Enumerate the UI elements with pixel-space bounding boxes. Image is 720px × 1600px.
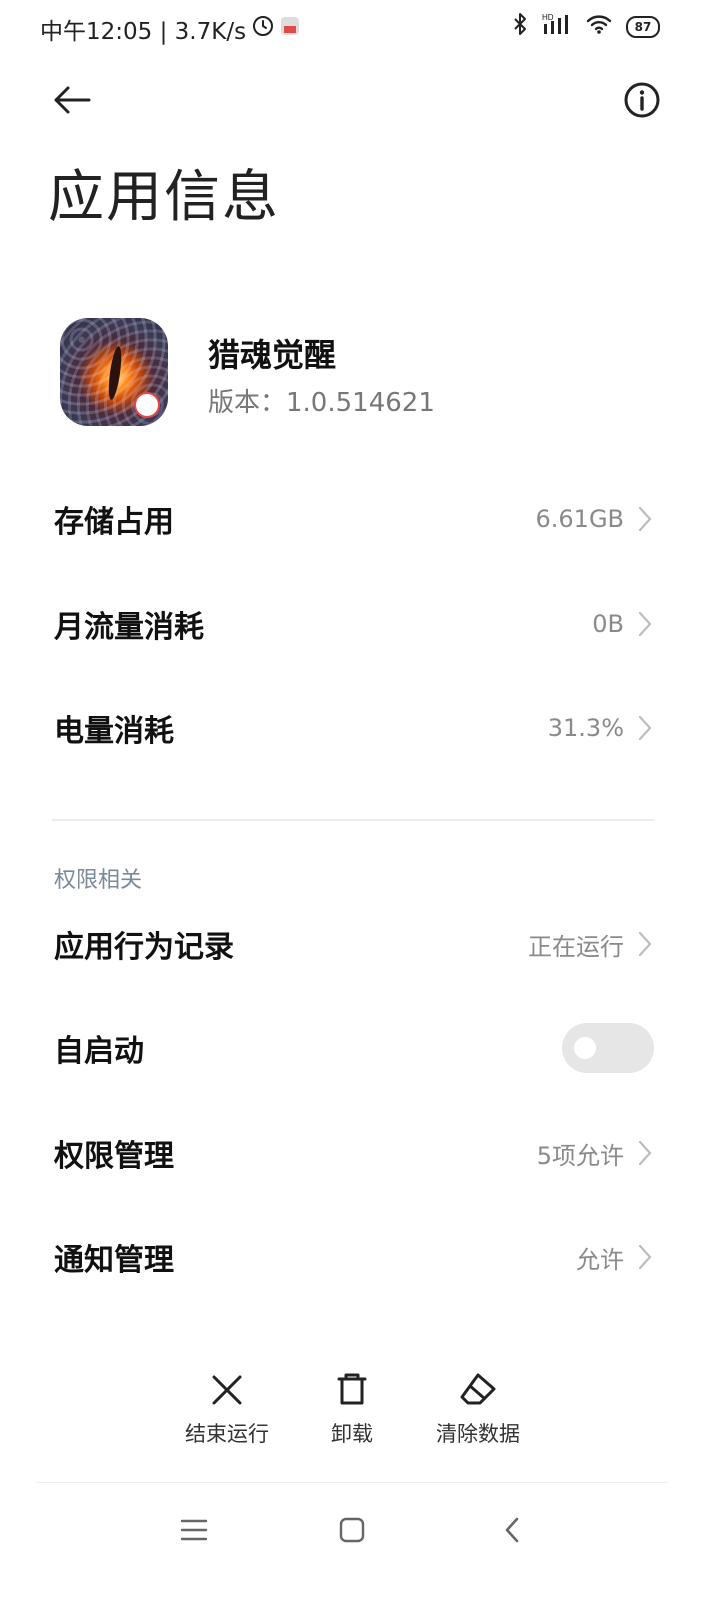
force-stop-button[interactable]: 结束运行 bbox=[167, 1368, 287, 1448]
back-button[interactable] bbox=[46, 76, 98, 124]
clear-data-button[interactable]: 清除数据 bbox=[418, 1368, 538, 1448]
row-value: 5项允许 bbox=[536, 1141, 624, 1170]
back-nav-button[interactable] bbox=[490, 1508, 534, 1552]
top-bar bbox=[0, 70, 720, 130]
row-label: 应用行为记录 bbox=[54, 930, 234, 965]
info-icon bbox=[624, 82, 660, 118]
permission-management-row[interactable]: 权限管理 5项允许 bbox=[54, 1123, 654, 1183]
bluetooth-icon bbox=[512, 12, 528, 41]
eraser-icon bbox=[456, 1368, 500, 1412]
action-label: 清除数据 bbox=[436, 1422, 520, 1446]
wifi-icon bbox=[586, 13, 612, 40]
data-usage-row[interactable]: 月流量消耗 0B bbox=[54, 594, 654, 654]
section-divider bbox=[52, 819, 654, 821]
uninstall-button[interactable]: 卸载 bbox=[292, 1368, 412, 1448]
close-icon bbox=[205, 1368, 249, 1412]
row-value: 正在运行 bbox=[528, 932, 624, 961]
status-bar: 中午12:05 | 3.7K/s HD 87 bbox=[0, 0, 720, 56]
action-bar: 结束运行 卸载 清除数据 bbox=[0, 1368, 720, 1458]
network-badge: HD bbox=[542, 13, 554, 22]
toggle-knob bbox=[574, 1037, 596, 1059]
chevron-right-icon bbox=[636, 1242, 654, 1272]
status-time: 中午12:05 | 3.7K/s bbox=[40, 19, 247, 45]
chevron-right-icon bbox=[636, 929, 654, 959]
menu-button[interactable] bbox=[172, 1508, 216, 1552]
menu-icon bbox=[180, 1519, 208, 1541]
autostart-toggle[interactable] bbox=[562, 1023, 654, 1073]
app-name: 猎魂觉醒 bbox=[208, 336, 337, 374]
action-label: 卸载 bbox=[331, 1422, 373, 1446]
row-label: 自启动 bbox=[54, 1034, 144, 1069]
home-square-icon bbox=[339, 1517, 365, 1543]
info-button[interactable] bbox=[618, 76, 666, 124]
storage-row[interactable]: 存储占用 6.61GB bbox=[54, 489, 654, 549]
row-label: 权限管理 bbox=[54, 1139, 174, 1174]
app-version: 版本：1.0.514621 bbox=[208, 388, 435, 418]
home-button[interactable] bbox=[330, 1508, 374, 1552]
nav-divider bbox=[36, 1482, 668, 1483]
battery-usage-row[interactable]: 电量消耗 31.3% bbox=[54, 698, 654, 758]
status-left: 中午12:05 | 3.7K/s bbox=[40, 12, 300, 46]
row-label: 通知管理 bbox=[54, 1243, 174, 1278]
navigation-bar bbox=[0, 1500, 720, 1560]
notification-management-row[interactable]: 通知管理 允许 bbox=[54, 1227, 654, 1287]
arrow-left-icon bbox=[54, 86, 91, 114]
battery-icon: 87 bbox=[626, 15, 660, 38]
row-label: 月流量消耗 bbox=[54, 610, 204, 645]
app-notification-icon bbox=[280, 16, 300, 42]
chevron-right-icon bbox=[636, 713, 654, 743]
row-label: 电量消耗 bbox=[54, 714, 174, 749]
autostart-row: 自启动 bbox=[54, 1018, 654, 1078]
behavior-record-row[interactable]: 应用行为记录 正在运行 bbox=[54, 914, 654, 974]
row-value: 6.61GB bbox=[535, 505, 625, 533]
row-label: 存储占用 bbox=[54, 505, 174, 540]
signal-icon: HD bbox=[542, 12, 572, 41]
status-right: HD 87 bbox=[512, 12, 660, 41]
chevron-left-icon bbox=[505, 1517, 519, 1543]
action-label: 结束运行 bbox=[185, 1422, 269, 1446]
row-value: 允许 bbox=[576, 1245, 624, 1274]
publisher-badge-icon bbox=[134, 392, 160, 418]
page-title: 应用信息 bbox=[48, 165, 280, 230]
app-header: 猎魂觉醒 版本：1.0.514621 bbox=[60, 318, 680, 428]
row-value: 31.3% bbox=[547, 714, 624, 742]
section-header: 权限相关 bbox=[54, 868, 143, 893]
alarm-icon bbox=[252, 15, 274, 43]
app-icon bbox=[60, 318, 168, 426]
row-value: 0B bbox=[592, 610, 624, 638]
chevron-right-icon bbox=[636, 1138, 654, 1168]
chevron-right-icon bbox=[636, 609, 654, 639]
trash-icon bbox=[330, 1368, 374, 1412]
chevron-right-icon bbox=[636, 504, 654, 534]
